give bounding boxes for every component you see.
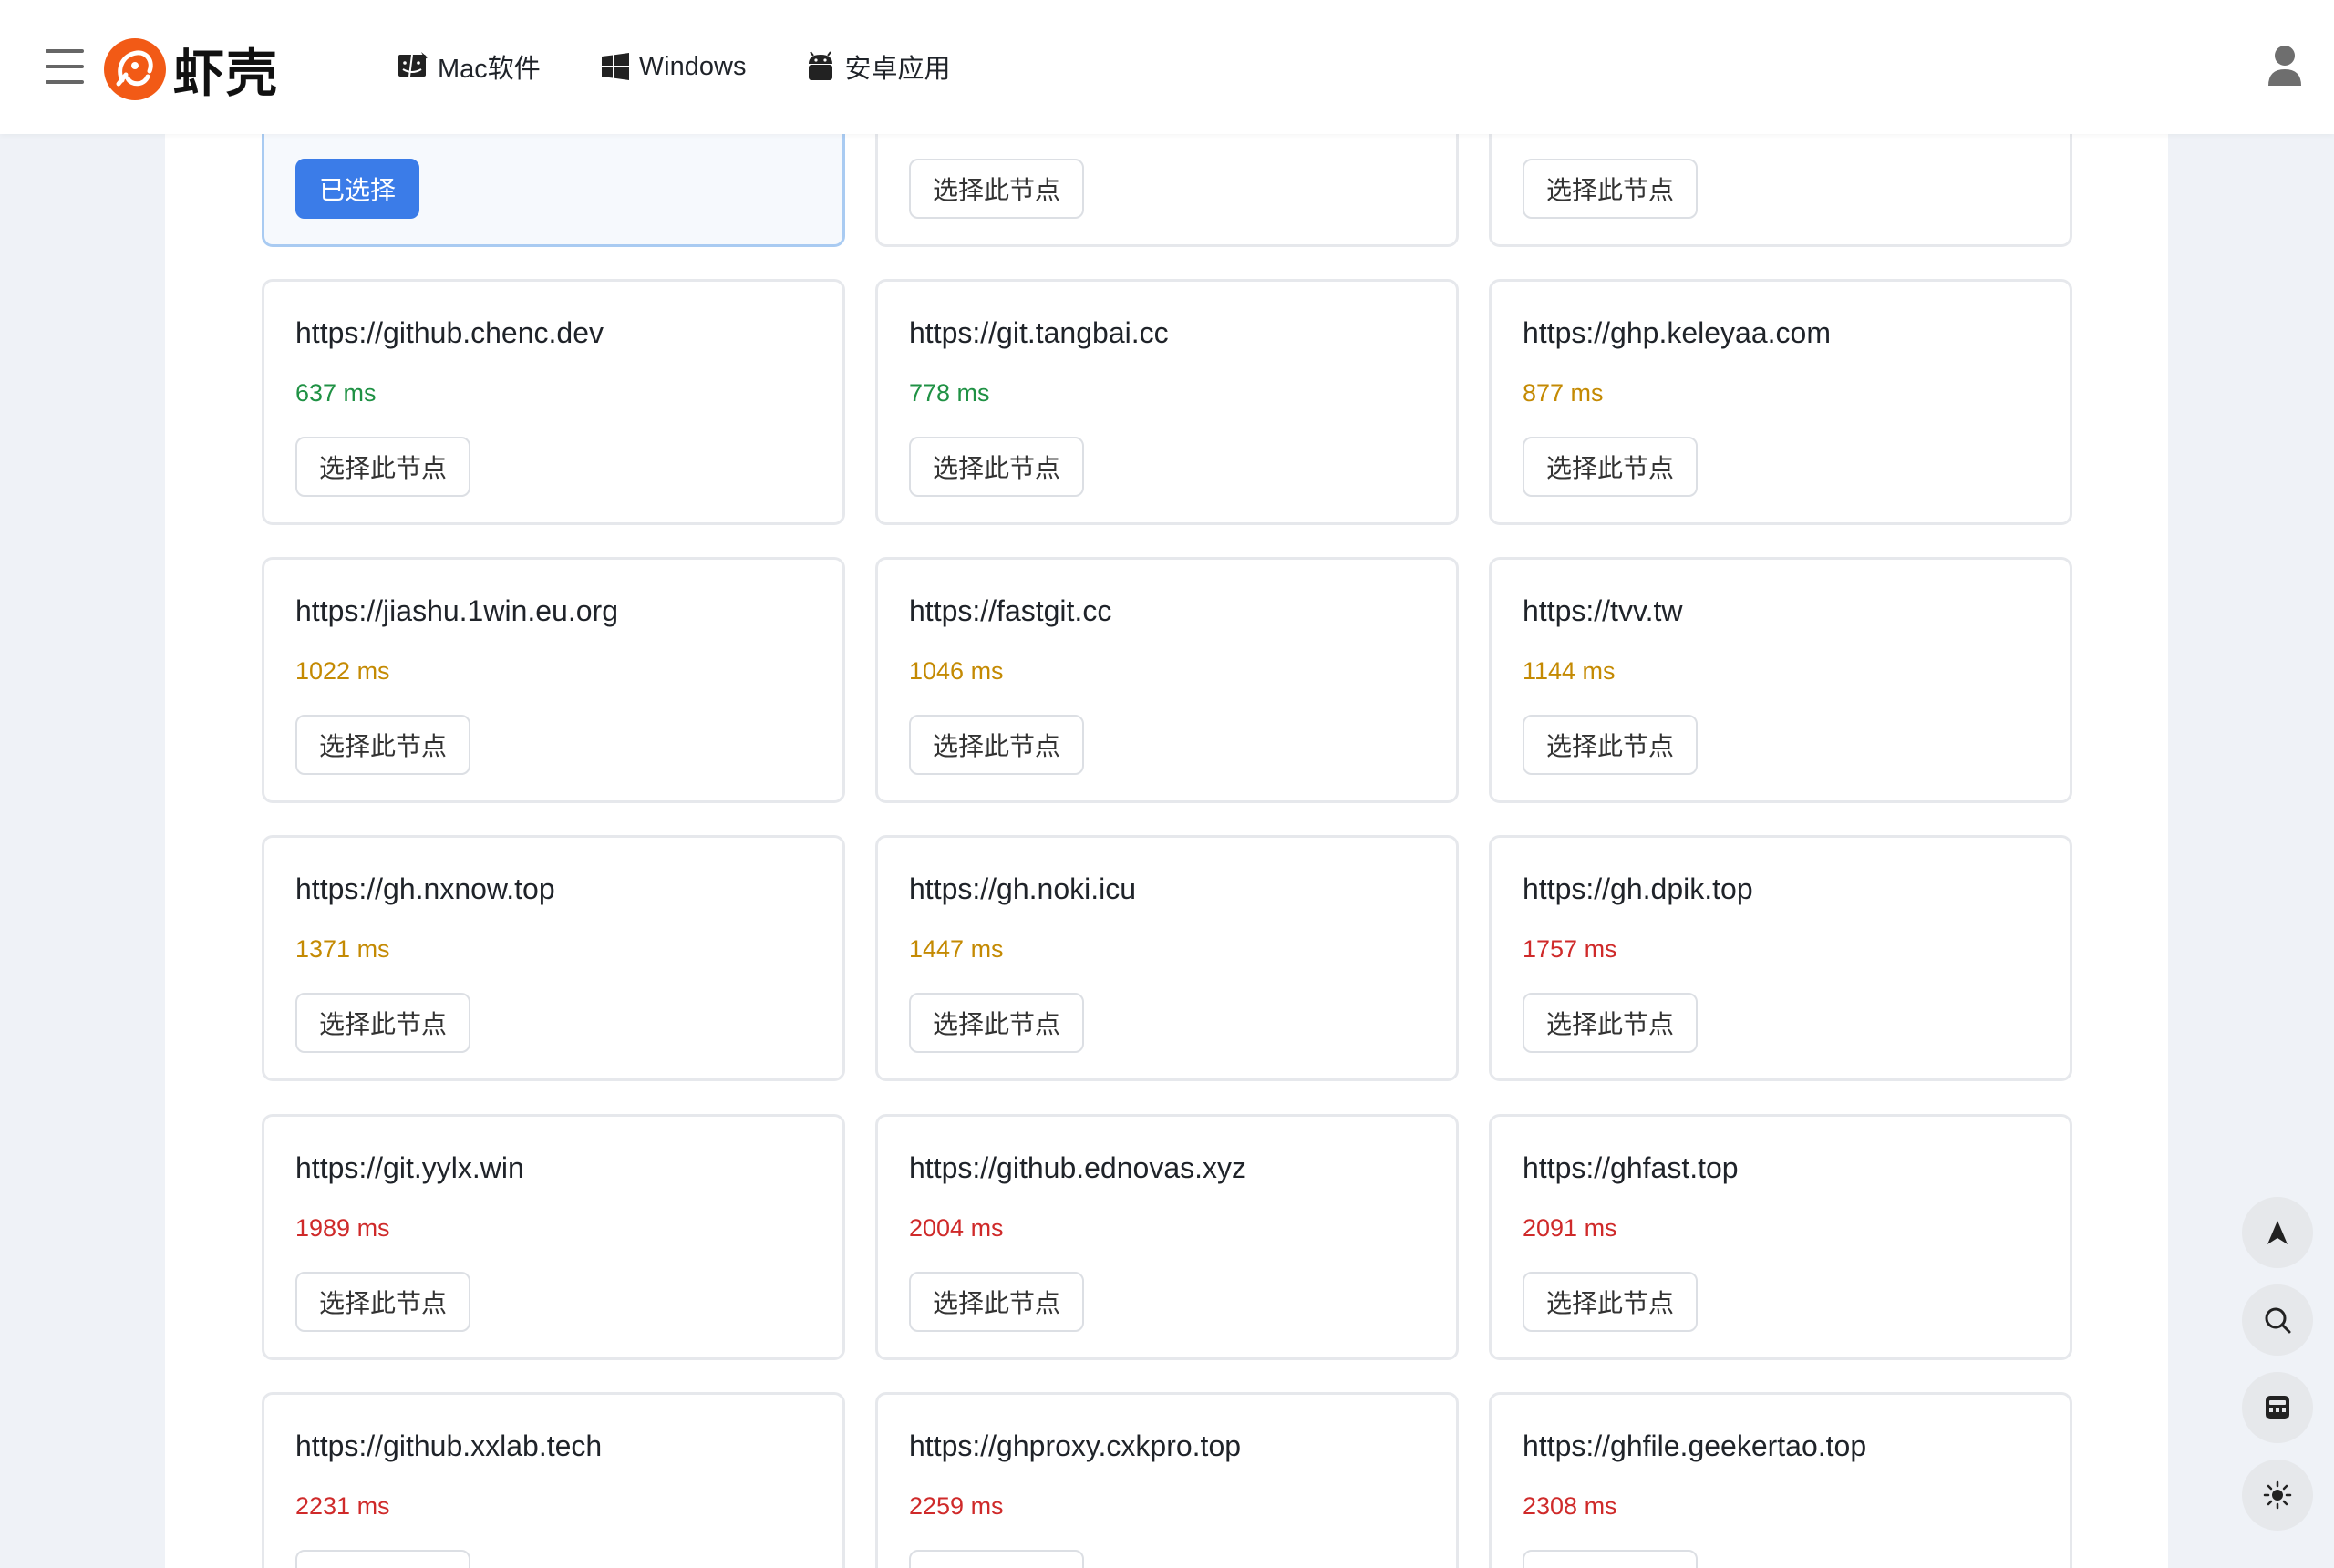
node-latency: 1447 ms [909,935,1004,963]
select-node-button[interactable]: 选择此节点 [909,437,1085,497]
theme-toggle-button[interactable] [2242,1460,2313,1531]
node-card: https://fastgit.cc 1046 ms 选择此节点 [875,557,1459,803]
node-url: https://gh.noki.icu [909,872,1137,905]
node-card: https://ghfile.geekertao.top 2308 ms 选择此节点 [1489,1392,2072,1568]
node-card: https://jiashu.1win.eu.org 1022 ms 选择此节点 [262,557,845,803]
windows-icon [601,53,629,80]
select-node-button[interactable]: 选择此节点 [909,715,1085,775]
node-latency: 1046 ms [909,657,1004,685]
node-card: https://github.chenc.dev 637 ms 选择此节点 [262,279,845,525]
node-card: https://gh.dpik.top 1757 ms 选择此节点 [1489,835,2072,1081]
node-card: https://tvv.tw 1144 ms 选择此节点 [1489,557,2072,803]
user-avatar-icon[interactable] [2267,44,2303,88]
node-url: https://ghfile.geekertao.top [1523,1429,1867,1462]
select-node-button[interactable]: 选择此节点 [1523,159,1699,219]
node-card: https://github.xxlab.tech 2231 ms 选择此节点 [262,1392,845,1568]
select-node-button[interactable]: 选择此节点 [295,437,471,497]
node-url: https://gh.nxnow.top [295,872,555,905]
navigation-arrow-icon [2267,1221,2288,1244]
site-logo[interactable]: 虾壳 [104,36,279,104]
select-node-button[interactable]: 选择此节点 [1523,993,1699,1053]
android-icon [809,51,833,80]
node-latency: 877 ms [1523,379,1604,407]
menu-icon[interactable] [46,49,84,84]
node-url: https://ghfast.top [1523,1151,1739,1184]
node-latency: 778 ms [909,379,990,407]
node-url: https://ghp.keleyaa.com [1523,316,1831,349]
node-latency: 2091 ms [1523,1214,1617,1242]
select-node-button[interactable]: 选择此节点 [1523,437,1699,497]
select-node-button[interactable]: 选择此节点 [909,1272,1085,1332]
node-latency: 1989 ms [295,1214,390,1242]
node-url: https://github.xxlab.tech [295,1429,603,1462]
back-to-top-button[interactable] [2242,1197,2313,1268]
node-url: https://fastgit.cc [909,594,1112,627]
selected-node-button[interactable]: 已选择 [295,159,420,219]
node-url: https://gh.dpik.top [1523,872,1753,905]
node-latency: 2231 ms [295,1492,390,1520]
select-node-button[interactable]: 选择此节点 [295,993,471,1053]
node-card: https://git.yylx.win 1989 ms 选择此节点 [262,1114,845,1360]
top-navbar: 虾壳 Mac软件 Windows 安卓应用 [0,0,2334,134]
logo-text: 虾壳 [173,44,279,104]
select-node-button[interactable]: 选择此节点 [295,715,471,775]
nav-windows[interactable]: Windows [601,46,747,88]
calculator-icon [2266,1396,2289,1419]
select-node-button[interactable]: 选择此节点 [295,1272,471,1332]
main-nav: Mac软件 Windows 安卓应用 [398,46,950,88]
node-latency: 1022 ms [295,657,390,685]
node-latency: 1144 ms [1523,657,1616,685]
mac-finder-icon [398,52,428,77]
node-url: https://ghproxy.cxkpro.top [909,1429,1242,1462]
search-button[interactable] [2242,1284,2313,1356]
nav-label: Mac软件 [438,55,541,84]
select-node-button[interactable]: 选择此节点 [909,159,1085,219]
select-node-button[interactable]: 选择此节点 [1523,715,1699,775]
select-node-button[interactable]: 选择此节点 [295,1550,471,1568]
select-node-button[interactable]: 选择此节点 [1523,1550,1699,1568]
node-card: https://ghproxy.cxkpro.top 2259 ms 选择此节点 [875,1392,1459,1568]
select-node-button[interactable]: 选择此节点 [1523,1272,1699,1332]
select-node-button[interactable]: 选择此节点 [909,993,1085,1053]
node-card: https://ghfast.top 2091 ms 选择此节点 [1489,1114,2072,1360]
nav-android-apps[interactable]: 安卓应用 [806,46,950,88]
node-grid: 已选择 选择此节点 选择此节点 https://github.chenc.dev 637… [0,0,2334,1568]
sun-icon [2263,1480,2292,1510]
nav-label: Windows [638,51,747,81]
node-url: https://github.chenc.dev [295,316,604,349]
node-card: https://gh.noki.icu 1447 ms 选择此节点 [875,835,1459,1081]
node-latency: 2004 ms [909,1214,1004,1242]
node-card: https://git.tangbai.cc 778 ms 选择此节点 [875,279,1459,525]
search-icon [2265,1307,2291,1334]
node-card: https://github.ednovas.xyz 2004 ms 选择此节点 [875,1114,1459,1360]
node-url: https://jiashu.1win.eu.org [295,594,618,627]
node-latency: 2259 ms [909,1492,1004,1520]
node-latency: 2308 ms [1523,1492,1617,1520]
node-card: https://ghp.keleyaa.com 877 ms 选择此节点 [1489,279,2072,525]
node-url: https://tvv.tw [1523,594,1683,627]
nav-mac-software[interactable]: Mac软件 [398,46,541,88]
shrimp-logo-icon [104,38,166,100]
node-url: https://git.yylx.win [295,1151,524,1184]
nav-label: 安卓应用 [844,55,951,84]
node-latency: 637 ms [295,379,377,407]
node-url: https://github.ednovas.xyz [909,1151,1246,1184]
node-url: https://git.tangbai.cc [909,316,1169,349]
node-latency: 1757 ms [1523,935,1617,963]
select-node-button[interactable]: 选择此节点 [909,1550,1085,1568]
calculator-button[interactable] [2242,1372,2313,1443]
node-card: https://gh.nxnow.top 1371 ms 选择此节点 [262,835,845,1081]
node-latency: 1371 ms [295,935,390,963]
